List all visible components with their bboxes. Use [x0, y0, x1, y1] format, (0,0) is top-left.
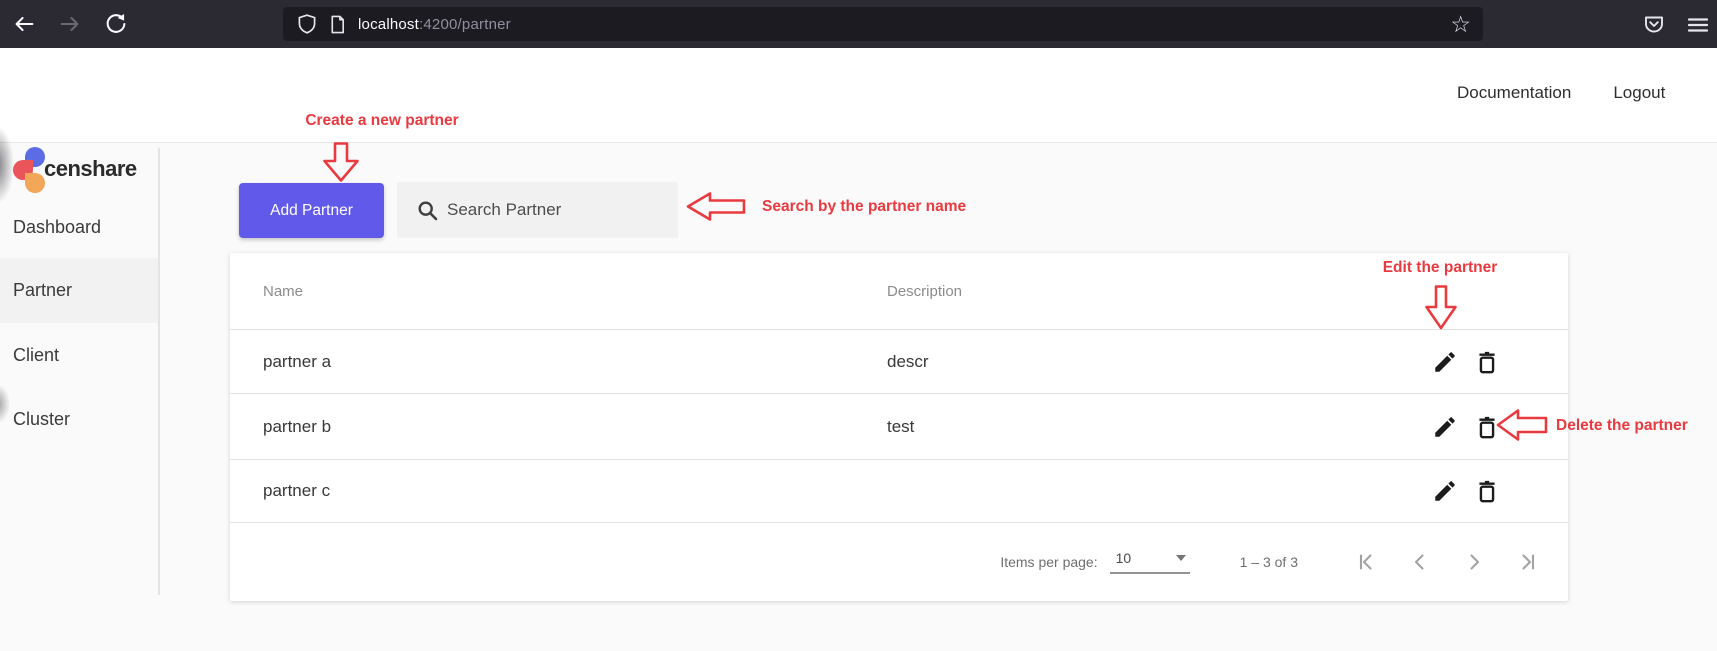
add-partner-button[interactable]: Add Partner [239, 183, 384, 238]
search-partner-box[interactable] [397, 182, 678, 238]
partner-name-cell: partner a [230, 352, 887, 372]
last-page-button[interactable] [1508, 542, 1548, 582]
partner-name-cell: partner b [230, 417, 887, 437]
search-input[interactable] [447, 200, 668, 220]
chevron-right-icon [1462, 550, 1486, 574]
chevron-down-icon [1176, 555, 1186, 561]
table-row: partner b test [230, 394, 1568, 460]
edit-annotation-label: Edit the partner [1355, 259, 1525, 277]
delete-annotation-arrow-icon [1496, 408, 1548, 442]
sidebar-divider [158, 148, 160, 595]
pencil-icon [1432, 478, 1458, 504]
table-row: partner a descr [230, 330, 1568, 394]
header-nav: Documentation Logout [1457, 83, 1665, 103]
search-annotation-label: Search by the partner name [762, 198, 966, 216]
pocket-icon[interactable] [1640, 11, 1668, 39]
url-text[interactable]: localhost:4200/partner [358, 16, 511, 33]
edit-partner-button[interactable] [1430, 347, 1460, 377]
documentation-link[interactable]: Documentation [1457, 83, 1571, 103]
partner-description-cell: test [887, 417, 1430, 437]
trash-icon [1474, 478, 1500, 504]
delete-partner-button[interactable] [1472, 476, 1502, 506]
page-size-select[interactable]: 10 [1110, 550, 1190, 574]
edit-partner-button[interactable] [1430, 476, 1460, 506]
trash-icon [1474, 349, 1500, 375]
back-icon[interactable] [10, 10, 38, 38]
brand-wordmark: censhare [44, 156, 137, 182]
sidebar-item-dashboard[interactable]: Dashboard [0, 203, 158, 251]
bookmark-star-icon[interactable]: ☆ [1450, 13, 1471, 36]
first-page-button[interactable] [1346, 542, 1386, 582]
delete-annotation-label: Delete the partner [1556, 417, 1688, 435]
column-header-description: Description [887, 283, 1430, 300]
sidebar-item-client[interactable]: Client [0, 331, 158, 379]
shield-icon[interactable] [297, 14, 317, 34]
chevron-left-icon [1408, 550, 1432, 574]
first-page-icon [1354, 550, 1378, 574]
next-page-button[interactable] [1454, 542, 1494, 582]
edit-annotation-arrow-icon [1424, 285, 1458, 330]
forward-icon[interactable] [56, 10, 84, 38]
reload-icon[interactable] [102, 10, 130, 38]
create-annotation-label: Create a new partner [282, 112, 482, 130]
pencil-icon [1432, 349, 1458, 375]
last-page-icon [1516, 550, 1540, 574]
search-annotation-arrow-icon [686, 192, 746, 221]
column-header-name: Name [230, 283, 887, 300]
url-bar[interactable]: localhost:4200/partner ☆ [283, 7, 1483, 41]
sidebar-item-cluster[interactable]: Cluster [0, 395, 158, 443]
edit-partner-button[interactable] [1430, 412, 1460, 442]
previous-page-button[interactable] [1400, 542, 1440, 582]
partner-name-cell: partner c [230, 481, 887, 501]
logo-petal-orange-icon [25, 173, 45, 193]
browser-toolbar: localhost:4200/partner ☆ [0, 0, 1717, 48]
paginator: Items per page: 10 1 – 3 of 3 [230, 523, 1568, 601]
search-icon [417, 200, 438, 221]
menu-hamburger-icon[interactable] [1684, 11, 1712, 39]
table-row: partner c [230, 460, 1568, 523]
censhare-logo[interactable]: censhare [0, 70, 160, 130]
paginator-range-label: 1 – 3 of 3 [1240, 554, 1298, 570]
logout-link[interactable]: Logout [1613, 83, 1665, 103]
partner-table-card: Name Description partner a descr partner… [230, 253, 1568, 601]
pencil-icon [1432, 414, 1458, 440]
partner-description-cell: descr [887, 352, 1430, 372]
create-annotation-arrow-icon [322, 142, 360, 182]
page-info-icon[interactable] [328, 15, 347, 34]
delete-partner-button[interactable] [1472, 347, 1502, 377]
screen: localhost:4200/partner ☆ censhare Docume… [0, 0, 1717, 651]
items-per-page-label: Items per page: [1000, 554, 1097, 570]
sidebar-item-partner[interactable]: Partner [0, 258, 158, 323]
